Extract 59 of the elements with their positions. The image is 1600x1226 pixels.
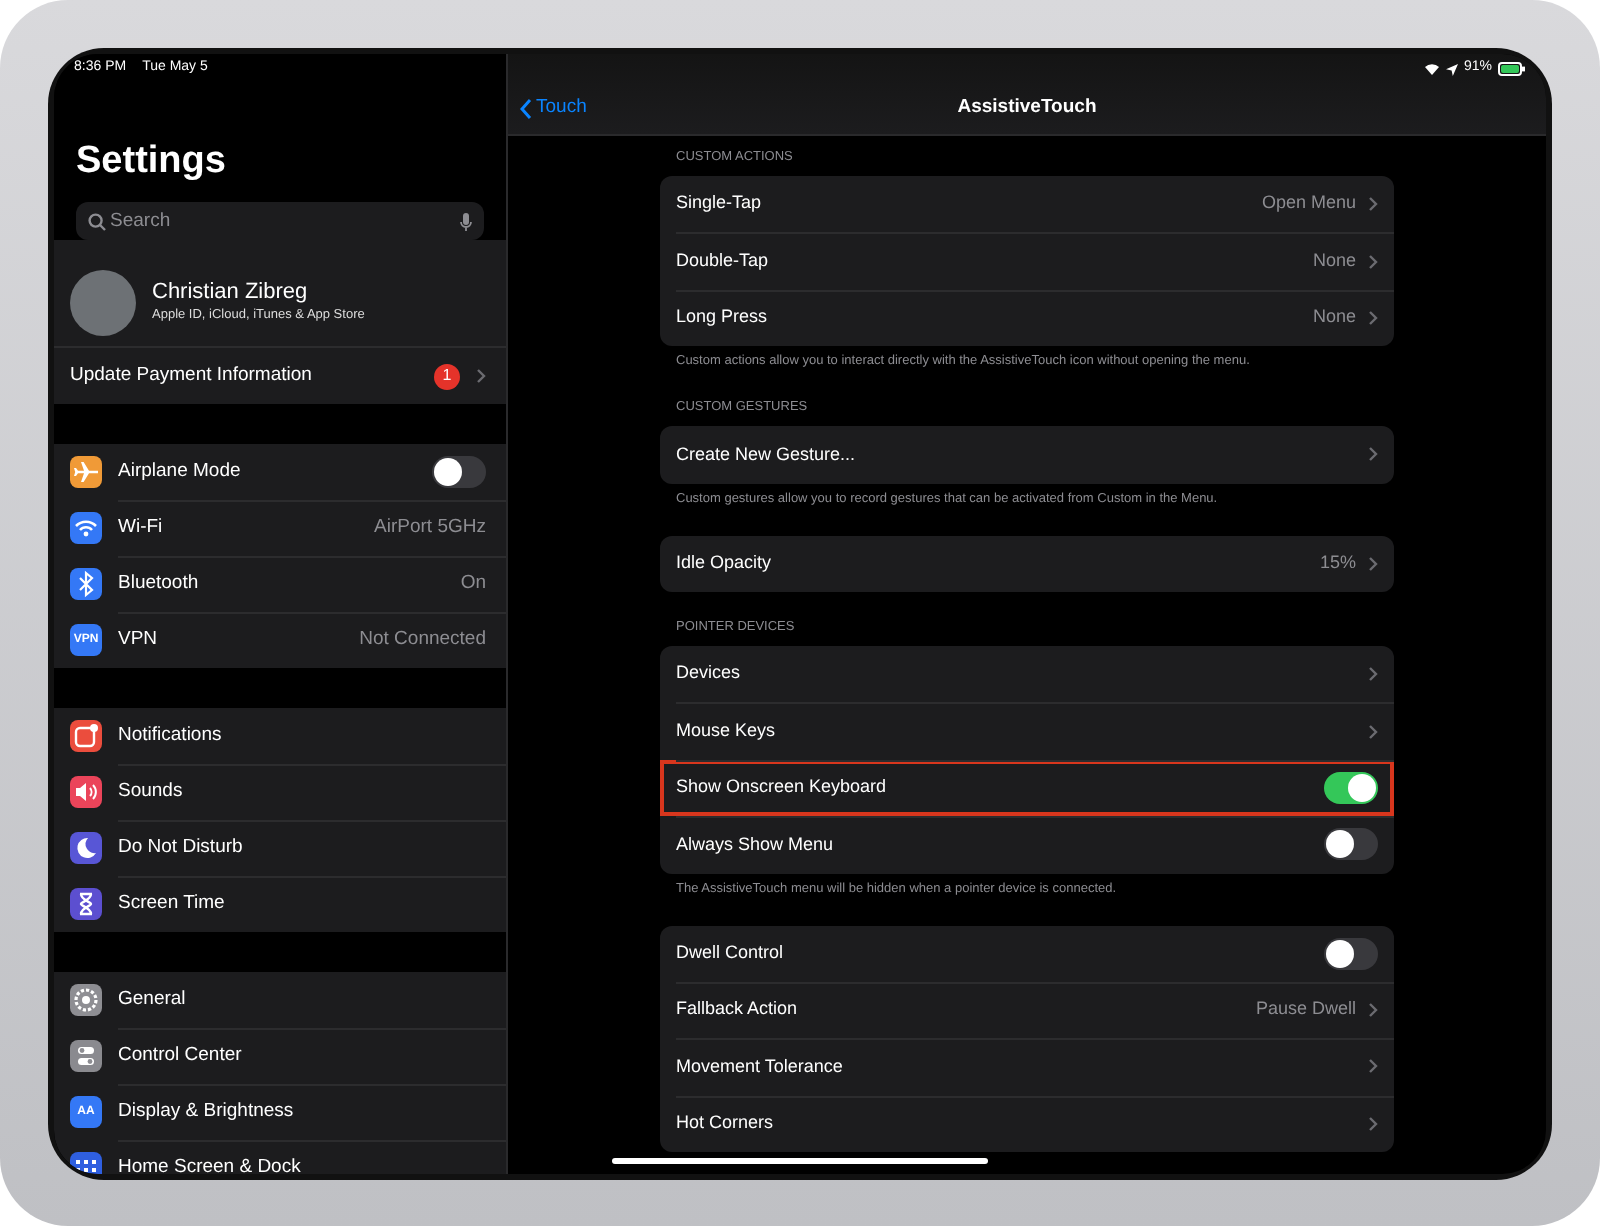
chevron-icon [1368, 555, 1378, 572]
update-payment-row[interactable]: Update Payment Information 1 [54, 348, 506, 404]
toggle-switch[interactable] [1324, 828, 1378, 861]
value-text: Open Menu [1261, 190, 1356, 217]
settings-row[interactable]: Devices [660, 645, 1394, 703]
settings-row[interactable]: Double-Tap None [660, 232, 1394, 290]
search-field[interactable]: Search [76, 202, 484, 240]
sidebar-item[interactable]: Screen Time [54, 876, 506, 932]
back-button[interactable]: Touch [520, 94, 587, 124]
value-text: AirPort 5GHz [374, 513, 486, 542]
toggle-switch[interactable] [1324, 771, 1378, 804]
settings-row[interactable]: Idle Opacity 15% [660, 535, 1394, 592]
chevron-icon [1368, 253, 1378, 270]
location-icon [1445, 63, 1458, 75]
chevron-icon [1368, 1058, 1378, 1075]
value-text: Not Connected [359, 625, 486, 654]
chevron-icon [1368, 309, 1378, 326]
value-text: On [460, 569, 486, 598]
sidebar-title: Settings [76, 138, 228, 186]
chevron-icon [1368, 196, 1378, 213]
toggle-switch[interactable] [1324, 937, 1378, 970]
notification-badge: 1 [434, 363, 460, 389]
value-text: Pause Dwell [1255, 996, 1356, 1023]
sidebar-item[interactable]: Airplane Mode [54, 444, 506, 500]
chevron-icon [1368, 446, 1378, 463]
settings-row[interactable]: Show Onscreen Keyboard [660, 759, 1394, 817]
settings-row[interactable]: Fallback Action Pause Dwell [660, 981, 1394, 1039]
profile-name: Christian Zibreg [152, 278, 310, 307]
settings-row[interactable]: Mouse Keys [660, 702, 1394, 760]
settings-row[interactable]: Create New Gesture... [660, 426, 1394, 484]
chevron-icon [1368, 723, 1378, 740]
sidebar-item[interactable]: Notifications [54, 708, 506, 764]
chevron-icon [1368, 1002, 1378, 1019]
value-text: None [1312, 304, 1356, 331]
settings-row[interactable]: Always Show Menu [660, 816, 1394, 874]
chevron-icon [1368, 666, 1378, 683]
settings-row[interactable]: Movement Tolerance [660, 1038, 1394, 1096]
avatar [70, 269, 136, 335]
value-text: 15% [1319, 550, 1356, 576]
back-chevron-icon [520, 98, 532, 120]
sidebar-item[interactable]: Sounds [54, 764, 506, 820]
settings-row[interactable]: Hot Corners [660, 1095, 1394, 1153]
toggle-switch[interactable] [432, 456, 486, 488]
chevron-icon [1368, 1115, 1378, 1132]
settings-row[interactable]: Dwell Control [660, 925, 1394, 982]
settings-row[interactable]: Single-Tap Open Menu [660, 176, 1394, 233]
settings-row[interactable]: Long Press None [660, 289, 1394, 347]
chevron-icon [476, 368, 486, 384]
page-title: AssistiveTouch [957, 96, 1097, 119]
sidebar-item[interactable]: General [54, 972, 506, 1028]
battery-icon [1498, 62, 1526, 76]
value-text: None [1312, 247, 1356, 274]
sidebar-item[interactable]: Control Center [54, 1028, 506, 1084]
microphone-icon [460, 211, 472, 231]
sidebar-item[interactable]: Do Not Disturb [54, 820, 506, 876]
wifi-icon [1423, 62, 1440, 76]
sidebar-item[interactable]: Wi-Fi AirPort 5GHz [54, 500, 506, 556]
sidebar-item[interactable]: Bluetooth On [54, 556, 506, 612]
sidebar-item[interactable]: Home Screen & Dock [54, 1140, 506, 1174]
